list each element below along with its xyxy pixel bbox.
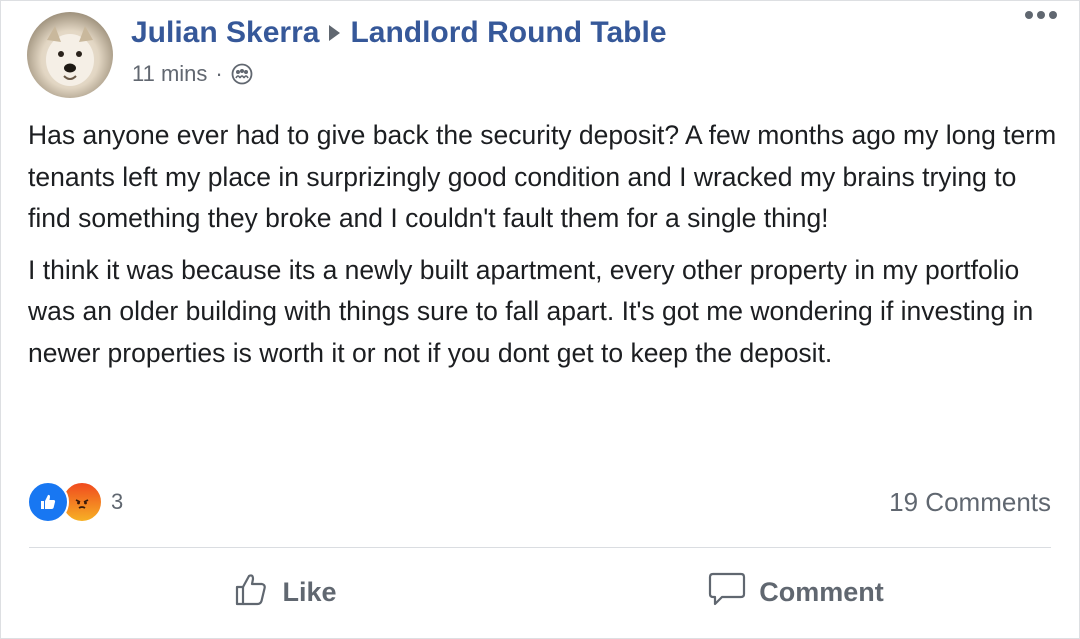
dog-avatar-image — [46, 26, 94, 86]
thumbs-up-icon — [232, 570, 270, 615]
more-dot-icon — [1025, 11, 1033, 19]
more-dot-icon — [1049, 11, 1057, 19]
post-options-button[interactable] — [1025, 11, 1057, 19]
group-icon[interactable] — [231, 63, 253, 85]
post-timestamp[interactable]: 11 mins — [132, 61, 207, 87]
post-paragraph: I think it was because its a newly built… — [28, 254, 1034, 368]
post-paragraph: Has anyone ever had to give back the sec… — [28, 120, 1057, 233]
more-dot-icon — [1037, 11, 1045, 19]
like-button[interactable]: Like — [29, 557, 540, 627]
meta-separator: · — [215, 61, 223, 86]
like-button-label: Like — [282, 576, 337, 607]
feed-post: Julian Skerra Landlord Round Table 11 mi… — [0, 0, 1080, 639]
reaction-count: 3 — [111, 489, 124, 514]
comment-button-label: Comment — [759, 576, 884, 607]
comments-count-link[interactable]: 19 Comments — [889, 487, 1051, 518]
author-name-link[interactable]: Julian Skerra — [131, 16, 319, 50]
reactions-summary[interactable]: 3 — [27, 481, 123, 523]
play-arrow-icon — [329, 25, 341, 41]
post-meta: 11 mins · — [132, 61, 253, 87]
group-name-link[interactable]: Landlord Round Table — [350, 16, 666, 50]
like-reaction-icon — [27, 481, 69, 523]
post-actions-bar: Like Comment — [29, 557, 1051, 627]
comment-bubble-icon — [707, 570, 747, 615]
author-avatar[interactable] — [27, 12, 113, 98]
post-header: Julian Skerra Landlord Round Table — [131, 16, 667, 50]
post-body: Has anyone ever had to give back the sec… — [28, 115, 1058, 384]
comment-button[interactable]: Comment — [540, 557, 1051, 627]
actions-divider — [29, 547, 1051, 548]
